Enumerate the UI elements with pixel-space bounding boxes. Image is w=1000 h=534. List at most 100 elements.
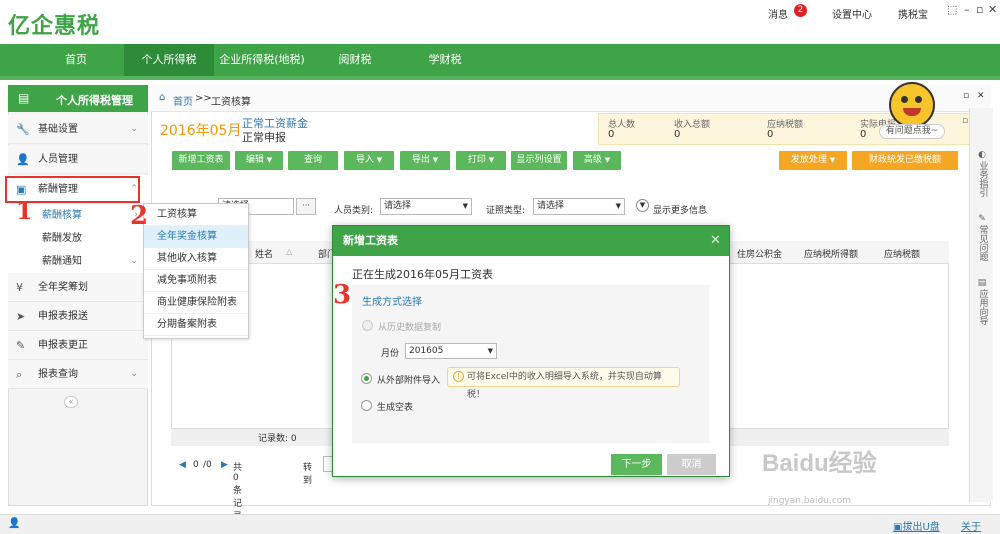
coin-icon: ¥: [16, 281, 23, 294]
select-value: 201605: [409, 346, 444, 356]
home-icon[interactable]: ⌂: [159, 92, 165, 103]
caret-down-icon: ▼: [488, 156, 495, 164]
flyout-installment-table[interactable]: 分期备案附表: [144, 314, 248, 336]
th-tax-payable[interactable]: 应纳税额: [884, 247, 920, 260]
collapse-sidebar-icon[interactable]: «: [64, 396, 78, 408]
about-link[interactable]: 关于: [961, 518, 981, 533]
flyout-health-insurance-table[interactable]: 商业健康保险附表: [144, 292, 248, 314]
radio-empty-table[interactable]: [361, 400, 372, 411]
wrench-icon: 🔧: [16, 123, 30, 136]
th-housing-fund[interactable]: 住房公积金: [737, 247, 782, 260]
sidebar-item-correct[interactable]: ✎ 申报表更正: [8, 331, 148, 360]
prev-page-icon[interactable]: ◀: [179, 460, 186, 470]
sidebar-item-report-query[interactable]: ⌕ 报表查询 ⌄: [8, 360, 148, 389]
document-icon: ▤: [18, 91, 30, 105]
close-panel-icon[interactable]: ✕: [977, 91, 985, 101]
caret-down-icon: ▼: [432, 156, 439, 164]
more-dots-icon[interactable]: ···: [296, 198, 316, 215]
show-more-info[interactable]: 显示更多信息: [653, 203, 707, 216]
breadcrumb-home[interactable]: 首页: [173, 93, 193, 108]
wizard-icon: ▤: [977, 278, 987, 288]
caret-down-icon: ▼: [487, 347, 493, 355]
nav-corporate-tax[interactable]: 企业所得税(地税): [214, 44, 310, 76]
salary-calc-flyout: 工资核算 全年奖金核算 其他收入核算 减免事项附表 商业健康保险附表 分期备案附…: [143, 203, 249, 339]
nav-read-tax[interactable]: 阅财税: [320, 44, 390, 76]
sub-label: 薪酬发放: [42, 233, 82, 244]
search-icon: ⌕: [16, 368, 23, 381]
sidebar-sub-salary-notice[interactable]: 薪酬通知 ⌄: [8, 250, 148, 273]
select-value: 请选择: [537, 201, 565, 211]
nav-learn-tax[interactable]: 学财税: [410, 44, 480, 76]
expand-more-icon[interactable]: ▼: [636, 199, 649, 212]
staff-type-select[interactable]: 请选择 ▼: [380, 198, 472, 215]
minimize-icon[interactable]: –: [964, 3, 970, 16]
sidebar-item-label: 人员管理: [38, 154, 78, 165]
caret-down-icon: ▼: [615, 202, 621, 210]
stat-value: 0: [608, 129, 615, 140]
messages-link[interactable]: 消息: [768, 6, 788, 21]
radio-external-import[interactable]: [361, 373, 372, 384]
stat-value: 0: [860, 129, 867, 140]
radio-copy-history[interactable]: [362, 320, 373, 331]
cancel-button[interactable]: 取消: [667, 454, 716, 475]
nav-home[interactable]: 首页: [48, 44, 104, 76]
declare-type: 正常申报: [242, 131, 286, 144]
close-icon[interactable]: ✕: [988, 3, 997, 16]
flyout-annual-bonus-calc[interactable]: 全年奖金核算: [144, 226, 248, 248]
business-guide-tab[interactable]: ◐ 业务指引: [972, 150, 992, 197]
flyout-other-income-calc[interactable]: 其他收入核算: [144, 248, 248, 270]
dialog-close-icon[interactable]: ✕: [710, 233, 721, 248]
skin-icon[interactable]: ⬚: [947, 3, 957, 16]
nav-personal-tax[interactable]: 个人所得税: [124, 44, 214, 76]
page-total: /0: [203, 460, 212, 470]
info-icon: !: [453, 371, 464, 382]
opt-external-import: 从外部附件导入: [377, 376, 441, 386]
sidebar-item-label: 全年奖筹划: [38, 282, 88, 293]
mascot-bee-icon[interactable]: [889, 82, 935, 128]
help-bubble[interactable]: 有问题点我~: [879, 124, 945, 139]
method-box: [352, 285, 709, 443]
th-name[interactable]: 姓名: [255, 247, 273, 260]
tab-label: 业务指引: [977, 161, 988, 197]
flyout-exemption-table[interactable]: 减免事项附表: [144, 270, 248, 292]
restore-panel-icon[interactable]: ▫: [963, 91, 969, 101]
restore-right-icon[interactable]: ▫: [962, 116, 968, 126]
app-wizard-tab[interactable]: ▤ 应用向导: [972, 278, 992, 325]
sidebar-item-submit[interactable]: ➤ 申报表报送: [8, 302, 148, 331]
sidebar-item-basic-settings[interactable]: 🔧 基础设置 ⌄: [8, 115, 148, 144]
send-icon: ➤: [16, 310, 26, 323]
restore-icon[interactable]: ▫: [976, 3, 983, 16]
faq-tab[interactable]: ✎ 常见问题: [972, 214, 992, 261]
flyout-salary-calc[interactable]: 工资核算: [144, 204, 248, 226]
month-select[interactable]: 201605 ▼: [405, 343, 497, 359]
status-bar: 👤 ▣拔出U盘 关于: [0, 514, 1000, 534]
import-button[interactable]: 导入 ▼: [344, 151, 394, 170]
sidebar-item-staff[interactable]: 👤 人员管理: [8, 145, 148, 174]
id-type-select[interactable]: 请选择 ▼: [533, 198, 625, 215]
caret-down-icon: ▼: [266, 156, 273, 164]
watermark-brand: Baidu经验: [762, 450, 877, 477]
th-taxable-income[interactable]: 应纳税所得额: [804, 247, 858, 260]
pay-process-button[interactable]: 发放处理 ▼: [779, 151, 847, 170]
eject-usb-link[interactable]: ▣拔出U盘: [893, 518, 940, 533]
finance-tax-button[interactable]: 财政统发已缴税额: [852, 151, 958, 170]
period-label: 2016年05月: [160, 123, 242, 139]
settings-center-link[interactable]: 设置中心: [832, 6, 872, 21]
sort-icon[interactable]: △: [286, 247, 292, 256]
print-button[interactable]: 打印 ▼: [456, 151, 506, 170]
query-button[interactable]: 查询: [288, 151, 338, 170]
staff-type-label: 人员类别:: [334, 206, 374, 216]
next-page-icon[interactable]: ▶: [221, 460, 228, 470]
mascot-eye: [915, 96, 922, 103]
new-salary-table-button[interactable]: 新增工资表: [172, 151, 230, 170]
export-button[interactable]: 导出 ▼: [400, 151, 450, 170]
mobile-tax-link[interactable]: 携税宝: [898, 6, 928, 21]
sidebar-sub-salary-pay[interactable]: 薪酬发放: [8, 227, 148, 250]
mascot-eye: [901, 96, 908, 103]
user-icon: 👤: [8, 518, 21, 529]
sidebar-item-annual-bonus[interactable]: ¥ 全年奖筹划: [8, 273, 148, 302]
advanced-button[interactable]: 高级 ▼: [573, 151, 621, 170]
next-step-button[interactable]: 下一步: [611, 454, 662, 475]
column-settings-button[interactable]: 显示列设置: [511, 151, 567, 170]
edit-button[interactable]: 编辑 ▼: [235, 151, 283, 170]
